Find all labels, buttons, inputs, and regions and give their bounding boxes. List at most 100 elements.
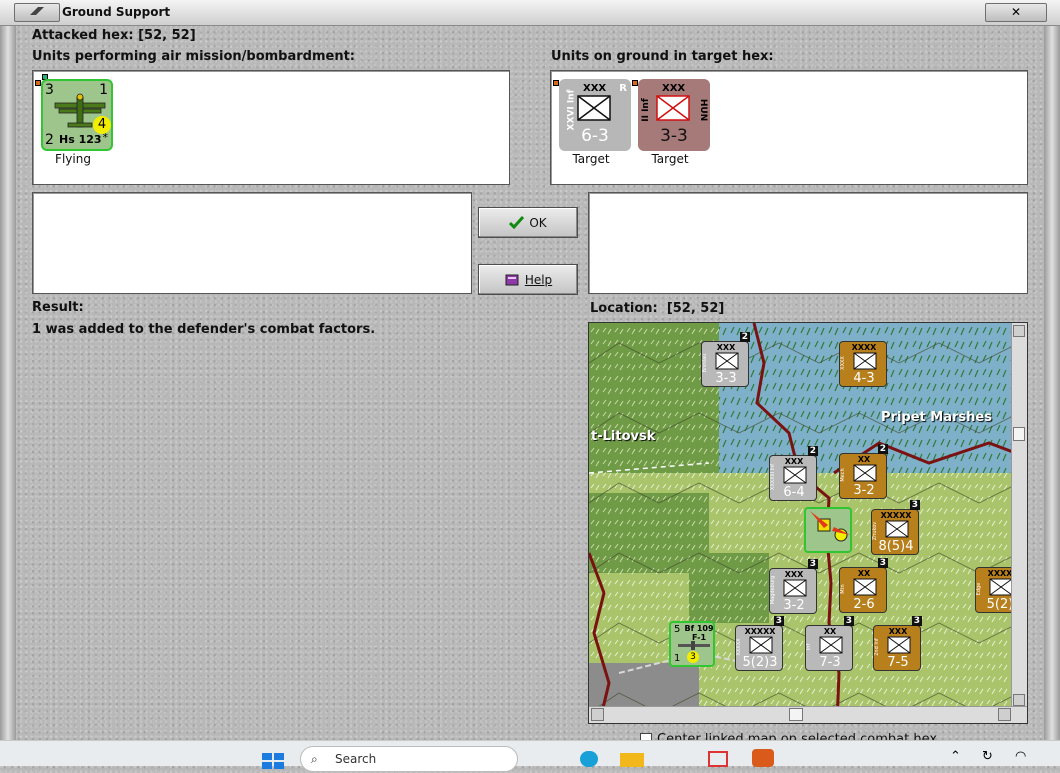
- infantry-icon: [853, 578, 877, 596]
- map-unit-stack: 3: [877, 558, 888, 568]
- ground-details-box: [588, 192, 1028, 294]
- attack-arrows-icon: [810, 511, 850, 542]
- ground-unit-counter-2[interactable]: XXX HUN II Inf 3-3: [638, 79, 710, 151]
- air-details-box: [32, 192, 472, 294]
- map-unit-size: XX: [823, 627, 837, 636]
- unit-size: XXX: [662, 83, 686, 94]
- map-unit-size: XXX: [888, 627, 908, 636]
- map-unit-stack: 3: [909, 500, 920, 510]
- map-unit-factors: 4-3: [853, 371, 875, 386]
- close-button[interactable]: ✕: [985, 3, 1047, 22]
- minimize-button[interactable]: [14, 3, 60, 22]
- chevron-up-icon[interactable]: ⌃: [950, 749, 961, 764]
- map-unit-stack: 2: [807, 446, 818, 456]
- map-unit-factors: 3-2: [853, 483, 875, 498]
- map-unit-factors: 7-3: [819, 655, 841, 670]
- air-unit-name: Hs 123: [59, 133, 102, 146]
- map-unit-counter[interactable]: XXX 3 2nd Inf 7-5: [873, 616, 922, 671]
- map-unit-size: XXX: [784, 457, 804, 466]
- unit-flag: HUN: [697, 98, 708, 122]
- infantry-icon: [656, 95, 690, 121]
- air-units-header: Units performing air mission/bombardment…: [32, 49, 356, 64]
- map-unit-size: XX: [857, 455, 871, 464]
- fighter-icon: [678, 641, 710, 650]
- result-text: 1 was added to the defender's combat fac…: [32, 322, 376, 337]
- search-icon: ⌕: [311, 752, 318, 766]
- infantry-icon: [819, 636, 843, 654]
- ground-unit-counter-1[interactable]: XXX R XXVI Inf 6-3: [559, 79, 631, 151]
- air-units-list[interactable]: 3 1 4 2 Hs 123 * Flying: [32, 70, 510, 185]
- windows-start-icon[interactable]: [262, 751, 286, 769]
- refresh-icon[interactable]: ↻: [982, 749, 993, 764]
- location-map[interactable]: Pripet Marshes t-Litovsk XXX 2 Breslau 3-3 X…: [588, 322, 1028, 724]
- scroll-left-icon[interactable]: [591, 708, 604, 721]
- infantry-icon: [577, 95, 611, 121]
- attacked-hex-value: [52, 52]: [138, 28, 196, 43]
- map-unit-counter[interactable]: XXXXX 3 Zhukov 8(5)4: [871, 500, 920, 555]
- map-unit-factors: 5(2)3: [742, 655, 778, 670]
- window-frame-right: [1044, 26, 1060, 740]
- unit-name: XXVI Inf: [566, 89, 577, 131]
- location-label: Location: [52, 52]: [590, 301, 725, 316]
- infantry-icon: [887, 636, 911, 654]
- map-unit-size: XXX: [716, 343, 736, 352]
- checkmark-icon: [509, 216, 525, 229]
- game-app-icon[interactable]: [752, 749, 774, 767]
- map-unit-size: XXX: [784, 570, 804, 579]
- unit-flag: R: [619, 83, 627, 94]
- map-unit-size: XXXX: [851, 343, 877, 352]
- map-air-counter[interactable]: 5 Bf 109 F-1 1 3: [669, 621, 715, 667]
- ok-button[interactable]: OK: [478, 207, 578, 238]
- map-label-pripet: Pripet Marshes: [881, 410, 992, 425]
- map-unit-counter[interactable]: XXX 2 Breslau 3-3: [701, 332, 750, 387]
- scroll-down-icon[interactable]: [1013, 694, 1025, 706]
- map-horizontal-scrollbar[interactable]: [589, 706, 1027, 723]
- edge-browser-icon[interactable]: [580, 751, 598, 767]
- scroll-up-icon[interactable]: [1013, 325, 1025, 337]
- infantry-icon: [989, 578, 1013, 596]
- taskbar: ⌕ Search ⌃ ↻ ◠: [0, 740, 1060, 772]
- file-explorer-icon[interactable]: [620, 753, 644, 767]
- map-unit-counter[interactable]: XXX 3 Magdeburg 3-2: [769, 559, 818, 614]
- map-unit-size: XXXXX: [744, 627, 776, 636]
- map-unit-counter[interactable]: XXXXX 3 XXXXX 5(2)3: [735, 616, 784, 671]
- scroll-thumb-horizontal[interactable]: [789, 708, 803, 721]
- infantry-icon: [749, 636, 773, 654]
- map-unit-counter[interactable]: XX 3 Mtn 2-6: [839, 558, 888, 613]
- map-unit-stack: 2: [877, 444, 888, 454]
- map-unit-stack: 3: [911, 616, 922, 626]
- unit-factors: 6-3: [581, 126, 609, 146]
- restore-icon: [30, 7, 44, 15]
- attack-target-marker[interactable]: [804, 507, 852, 553]
- air-unit-status: Flying: [55, 152, 91, 166]
- map-unit-counter[interactable]: XXX 2 XXXXIII Inf 6-4: [769, 446, 818, 501]
- infantry-icon: [715, 352, 739, 370]
- snipping-tool-icon[interactable]: [708, 751, 728, 767]
- taskbar-search[interactable]: ⌕ Search: [300, 746, 518, 772]
- ground-unit-status-1: Target: [572, 152, 610, 166]
- map-unit-stack: 3: [773, 616, 784, 626]
- map-unit-counter[interactable]: XX 2 Mech 3-2: [839, 444, 888, 499]
- result-label: Result:: [32, 300, 84, 315]
- ground-units-header: Units on ground in target hex:: [551, 49, 774, 64]
- window-title: Ground Support: [62, 5, 171, 19]
- infantry-icon: [783, 466, 807, 484]
- infantry-icon: [853, 464, 877, 482]
- map-unit-counter[interactable]: XX 3 Inf 7-3: [805, 616, 854, 671]
- map-unit-counter[interactable]: XXXX XXXX 4-3: [839, 341, 887, 387]
- help-button[interactable]: Help: [478, 264, 578, 295]
- map-unit-stack: 3: [807, 559, 818, 569]
- map-unit-size: XXXXX: [880, 511, 912, 520]
- help-book-icon: [505, 274, 519, 285]
- infantry-icon: [783, 579, 807, 597]
- map-unit-factors: 3-2: [783, 598, 805, 613]
- unit-name: II Inf: [640, 98, 651, 122]
- wifi-icon[interactable]: ◠: [1015, 749, 1026, 764]
- scroll-right-icon[interactable]: [998, 708, 1011, 721]
- scroll-thumb-vertical[interactable]: [1013, 427, 1025, 441]
- map-vertical-scrollbar[interactable]: [1011, 323, 1027, 708]
- air-unit-counter[interactable]: 3 1 4 2 Hs 123 *: [41, 79, 113, 151]
- ground-units-list[interactable]: XXX R XXVI Inf 6-3 Target XXX HUN II Inf…: [550, 70, 1028, 185]
- unit-factors: 3-3: [660, 126, 688, 146]
- infantry-icon: [885, 520, 909, 538]
